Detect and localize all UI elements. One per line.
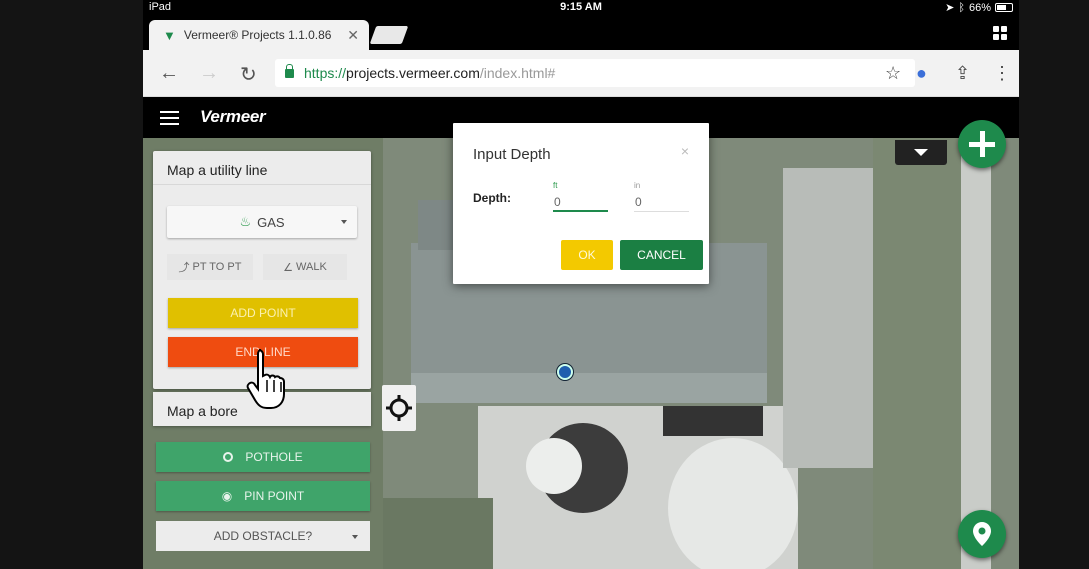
walk-label: WALK xyxy=(296,261,327,273)
location-marker xyxy=(557,364,573,380)
vermeer-favicon-icon: ▼ xyxy=(163,27,176,43)
location-icon: ➤ xyxy=(945,2,955,14)
dialog-title: Input Depth xyxy=(473,146,551,163)
walk-button[interactable]: ∠ WALK xyxy=(263,254,347,280)
utility-type-value: GAS xyxy=(257,214,285,230)
depth-feet-input[interactable] xyxy=(553,194,608,212)
utility-type-select[interactable]: ♨ GAS xyxy=(167,206,357,238)
brand-logo: Vermeer xyxy=(200,107,266,126)
gas-flame-icon: ♨ xyxy=(239,214,252,229)
reload-icon[interactable]: ↻ xyxy=(240,62,257,87)
microphone-icon[interactable]: ● xyxy=(916,63,927,84)
pothole-ring-icon xyxy=(223,452,234,462)
status-bar: iPad 9:15 AM ➤ ᛒ 66% xyxy=(143,0,1019,16)
pt-to-pt-label: PT TO PT xyxy=(192,261,242,273)
battery-fill xyxy=(997,5,1006,10)
dialog-close-icon[interactable]: × xyxy=(681,143,689,159)
recenter-button[interactable] xyxy=(382,385,416,431)
inches-unit-label: in xyxy=(634,181,641,190)
ipad-screen: iPad 9:15 AM ➤ ᛒ 66% ▼ Vermeer® Projects… xyxy=(143,0,1019,569)
browser-tab[interactable]: ▼ Vermeer® Projects 1.1.0.86 ✕ xyxy=(149,20,369,50)
walk-icon: ∠ xyxy=(283,261,294,274)
clock: 9:15 AM xyxy=(560,1,602,13)
map-parking-lot xyxy=(783,168,873,468)
map-grass-bottom xyxy=(383,498,493,569)
utility-panel-title: Map a utility line xyxy=(153,151,371,185)
hand-pointer-icon xyxy=(246,349,285,409)
more-menu-icon[interactable]: ⋮ xyxy=(993,63,1011,84)
bookmark-star-icon[interactable]: ☆ xyxy=(885,63,901,84)
bluetooth-icon: ᛒ xyxy=(958,1,965,14)
new-tab-button[interactable] xyxy=(369,26,409,44)
hamburger-menu-icon[interactable] xyxy=(160,111,179,125)
tab-close-icon[interactable]: ✕ xyxy=(347,27,359,44)
pt-to-pt-icon: ⤴ xyxy=(178,262,190,274)
pt-to-pt-button[interactable]: ⤴ PT TO PT xyxy=(167,254,253,280)
ok-button[interactable]: OK xyxy=(561,240,613,270)
chevron-down-icon xyxy=(352,535,358,539)
map-layers-toggle-button[interactable] xyxy=(895,140,947,165)
map-pin-icon xyxy=(973,522,991,546)
depth-inches-input[interactable] xyxy=(634,194,689,212)
map-grass-right xyxy=(873,138,961,569)
map-dome-small xyxy=(526,438,582,494)
share-icon[interactable]: ⇪ xyxy=(955,63,970,84)
browser-toolbar: ← → ↻ https://projects.vermeer.com/index… xyxy=(143,50,1019,97)
pothole-label: POTHOLE xyxy=(245,450,303,464)
chevron-down-icon xyxy=(341,220,347,224)
crosshair-icon xyxy=(386,395,412,421)
pin-point-label: PIN POINT xyxy=(244,489,305,503)
url-host: projects.vermeer.com xyxy=(346,65,480,81)
url-scheme: https:// xyxy=(304,65,347,81)
battery-icon xyxy=(995,3,1013,12)
add-obstacle-label: ADD OBSTACLE? xyxy=(213,529,313,543)
tab-strip: ▼ Vermeer® Projects 1.1.0.86 ✕ xyxy=(143,16,1019,50)
map-dark-wing xyxy=(663,406,763,436)
add-obstacle-select[interactable]: ADD OBSTACLE? xyxy=(156,521,370,551)
back-arrow-icon[interactable]: ← xyxy=(159,62,179,85)
screenshot-frame: iPad 9:15 AM ➤ ᛒ 66% ▼ Vermeer® Projects… xyxy=(0,0,1089,569)
pin-point-button[interactable]: ◉ PIN POINT xyxy=(156,481,370,511)
pothole-button[interactable]: POTHOLE xyxy=(156,442,370,472)
battery-percent: 66% xyxy=(968,1,991,14)
depth-label: Depth: xyxy=(473,191,511,205)
map-roof-band xyxy=(411,373,767,403)
lock-icon xyxy=(285,63,294,78)
input-depth-dialog: Input Depth × Depth: ft in OK CANCEL xyxy=(453,123,709,284)
add-plus-icon[interactable] xyxy=(958,120,1006,168)
map-dome-large xyxy=(668,438,798,569)
add-point-button[interactable]: ADD POINT xyxy=(168,298,358,328)
tab-switcher-icon[interactable] xyxy=(993,26,1007,40)
feet-unit-label: ft xyxy=(553,181,558,190)
map-pin-button[interactable] xyxy=(958,510,1006,558)
address-bar[interactable]: https://projects.vermeer.com/index.html# xyxy=(275,59,915,87)
cancel-button[interactable]: CANCEL xyxy=(620,240,703,270)
map-road xyxy=(961,138,991,569)
status-right: ➤ ᛒ 66% xyxy=(945,1,1013,14)
url-path: /index.html# xyxy=(479,65,556,81)
pin-point-icon: ◉ xyxy=(221,489,233,503)
tab-title: Vermeer® Projects 1.1.0.86 xyxy=(183,28,332,42)
forward-arrow-icon[interactable]: → xyxy=(199,62,219,85)
